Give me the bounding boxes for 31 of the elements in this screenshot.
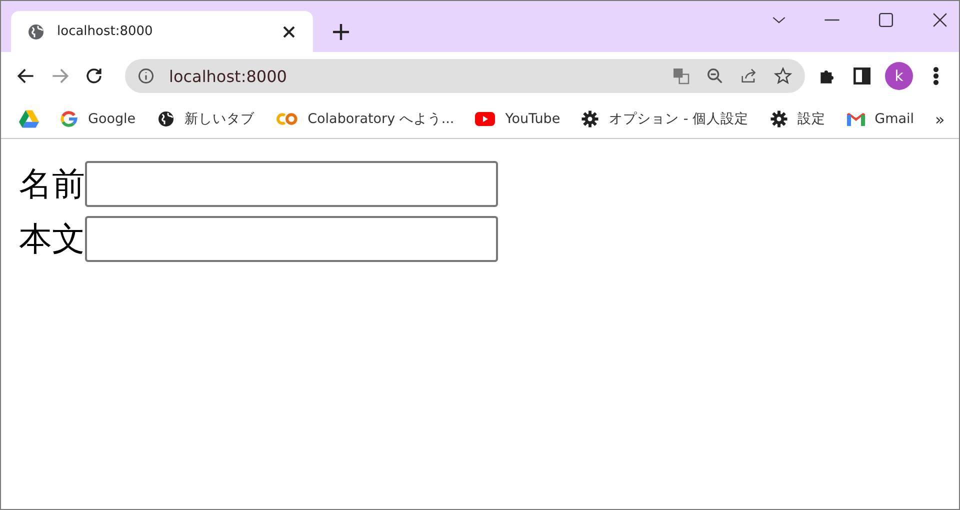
bookmark-item[interactable]: YouTube — [475, 111, 560, 127]
text-input[interactable] — [85, 216, 498, 262]
browser-tab[interactable]: localhost:8000 — [11, 11, 313, 52]
bookmark-item[interactable]: Google — [60, 110, 136, 128]
star-icon[interactable] — [773, 66, 793, 86]
gear-icon — [770, 110, 788, 128]
url-text: localhost:8000 — [169, 66, 288, 86]
drive-icon — [19, 110, 39, 128]
bookmark-item[interactable]: 新しいタブ — [156, 110, 255, 128]
translate-icon[interactable] — [671, 66, 691, 86]
google-icon — [60, 110, 78, 128]
bookmark-item[interactable]: オプション - 個人設定 — [581, 110, 749, 128]
text-input[interactable] — [85, 161, 498, 207]
field-label: 本文 — [19, 220, 85, 258]
zoom-out-icon[interactable] — [705, 66, 725, 86]
bookmark-item[interactable]: Gmail — [846, 111, 914, 127]
gear-icon — [581, 110, 600, 128]
side-panel-icon[interactable] — [851, 65, 873, 87]
profile-avatar[interactable]: k — [885, 62, 913, 90]
youtube-icon — [475, 112, 496, 126]
globe-icon — [156, 110, 175, 128]
field-label: 名前 — [19, 165, 85, 203]
globe-icon — [27, 22, 45, 40]
colab-icon — [276, 112, 298, 126]
address-bar[interactable]: localhost:8000 — [125, 59, 805, 93]
more-bookmarks-button[interactable]: » — [935, 110, 945, 128]
bookmark-item[interactable]: Colaboratory へよう... — [276, 110, 454, 128]
bookmark-item[interactable]: 設定 — [770, 110, 826, 128]
info-icon[interactable] — [137, 67, 155, 85]
tab-title: localhost:8000 — [57, 24, 154, 39]
gmail-icon — [846, 112, 865, 126]
